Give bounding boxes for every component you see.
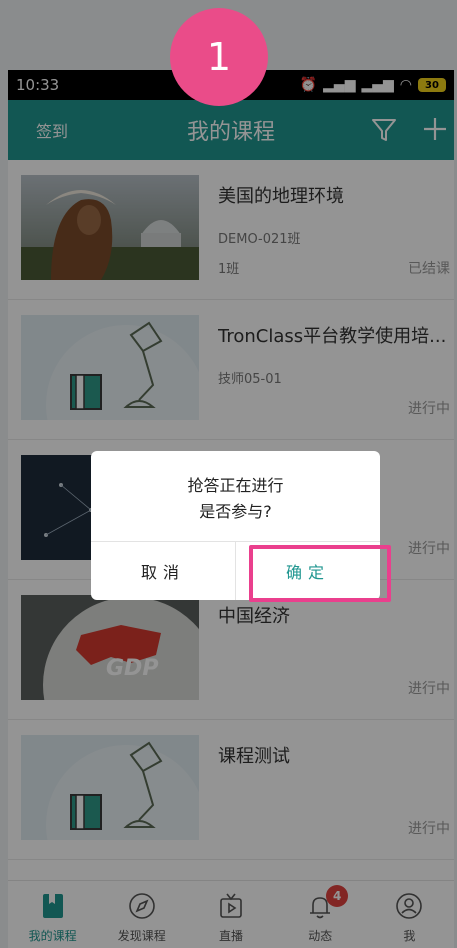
step-number-badge: 1 bbox=[170, 8, 268, 106]
confirm-button[interactable]: 确定 bbox=[236, 542, 380, 600]
cancel-button[interactable]: 取消 bbox=[91, 542, 235, 600]
dialog-message: 抢答正在进行 bbox=[187, 476, 284, 495]
quiz-dialog: 抢答正在进行 是否参与? 取消 确定 bbox=[91, 451, 380, 600]
dialog-question: 是否参与? bbox=[199, 502, 272, 521]
